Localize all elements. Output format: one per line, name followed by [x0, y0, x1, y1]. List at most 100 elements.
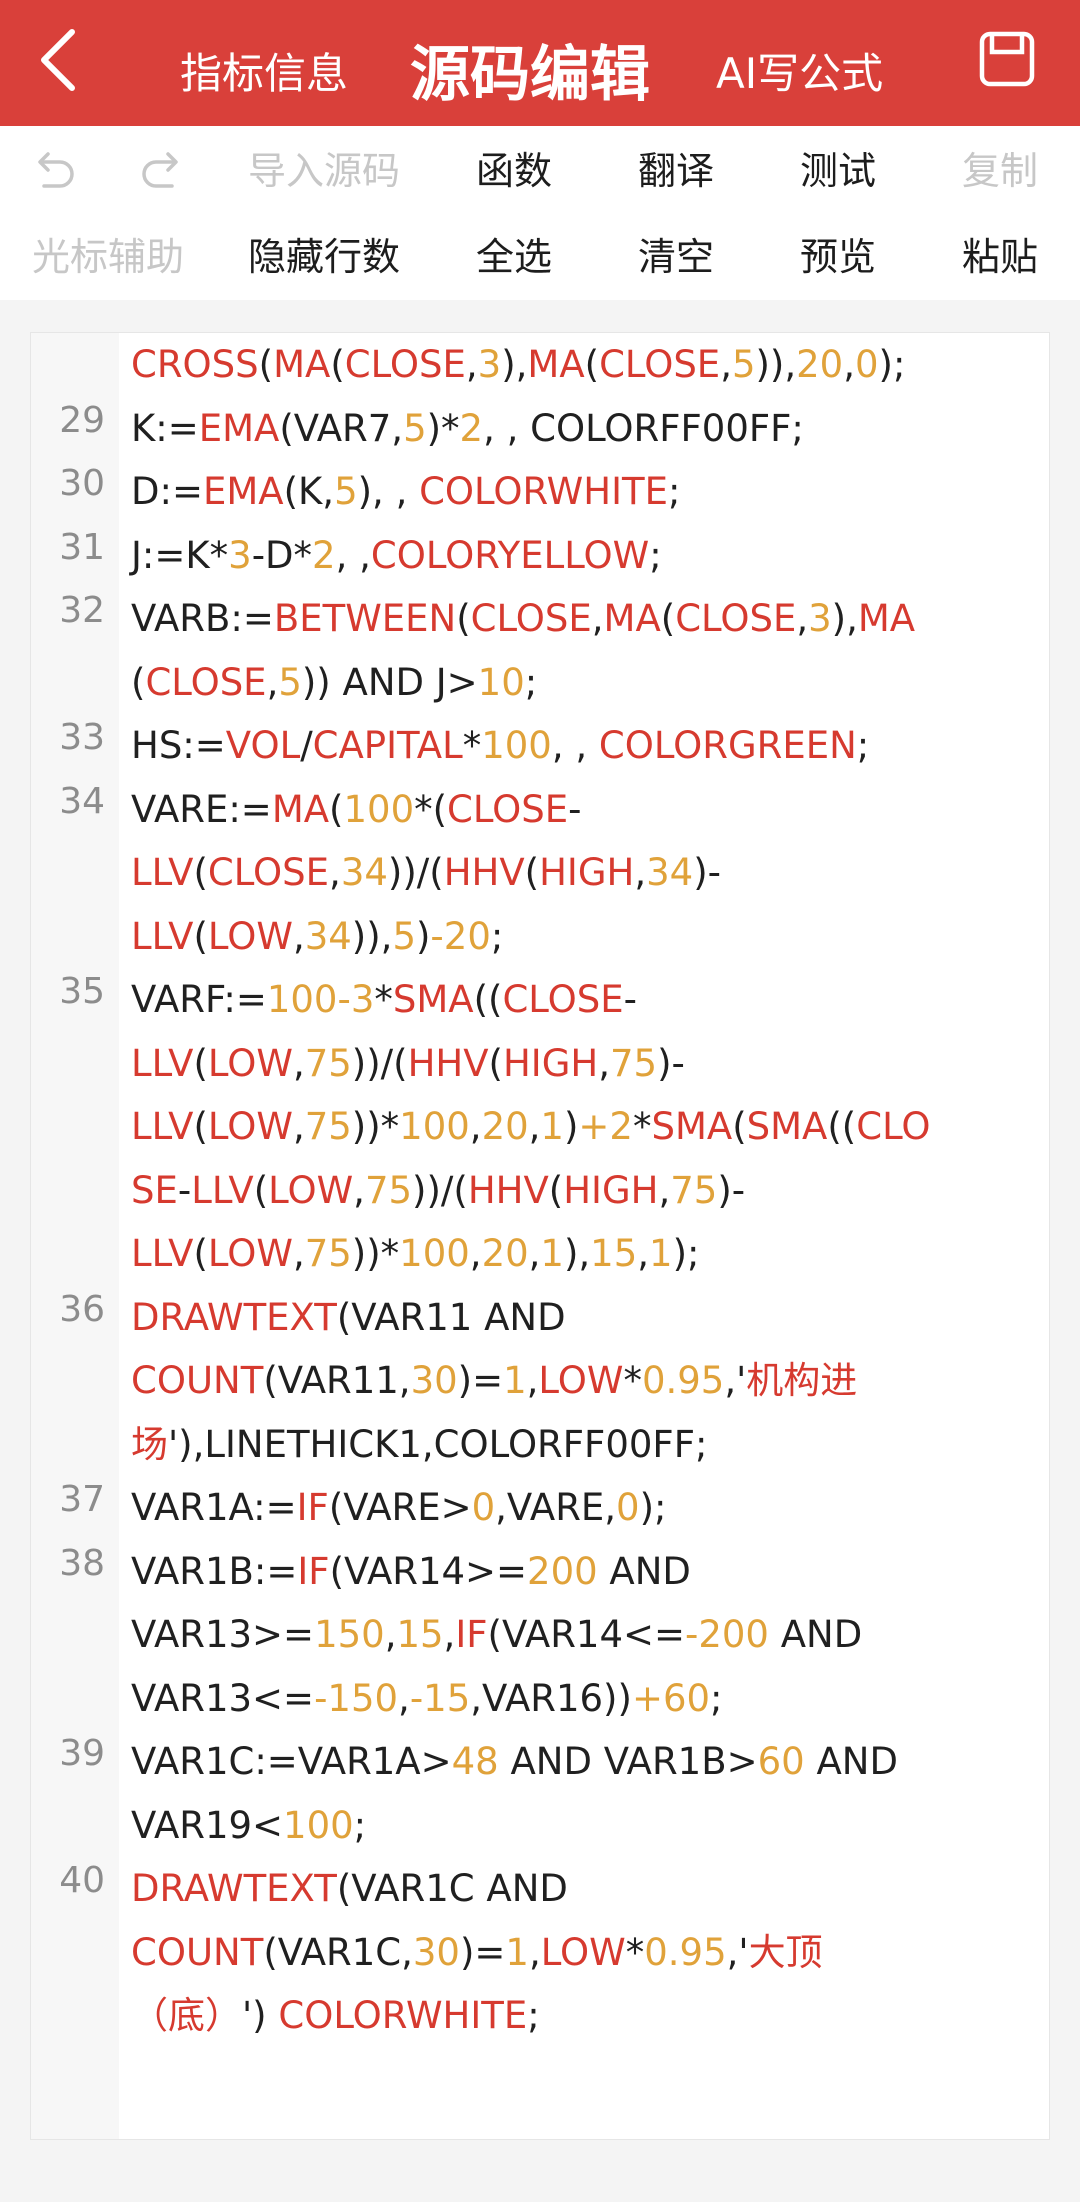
- code-keyword: SMA: [746, 1105, 828, 1148]
- code-token: (VAR1C,: [263, 1930, 413, 1974]
- code-token: (: [193, 914, 208, 958]
- code-text: HS:=VOL/CAPITAL*100, , COLORGREEN;: [131, 714, 991, 778]
- code-number: 75: [364, 1168, 413, 1212]
- code-token: ),: [831, 597, 858, 640]
- code-keyword: MA: [273, 343, 331, 386]
- code-number: 5: [334, 470, 358, 513]
- code-token: ,: [266, 660, 279, 704]
- import-source-button[interactable]: 导入源码: [248, 146, 400, 196]
- code-token: (: [584, 343, 600, 386]
- code-token: (VAR1C AND: [336, 1867, 568, 1910]
- save-button[interactable]: [978, 30, 1036, 88]
- code-token: -: [568, 787, 582, 831]
- code-token: ), ,: [357, 470, 420, 513]
- code-token: ): [563, 1105, 579, 1148]
- code-number: 5: [278, 660, 302, 704]
- undo-button[interactable]: [30, 148, 78, 196]
- code-keyword: CLOSE: [344, 343, 466, 386]
- code-token: (: [548, 1168, 564, 1212]
- code-token: ,: [796, 597, 809, 640]
- code-token: (: [488, 1041, 503, 1085]
- line-number: 40: [59, 1860, 105, 1901]
- code-token: (VAR11,: [263, 1359, 411, 1402]
- code-keyword: DRAWTEXT: [131, 1295, 337, 1339]
- code-token: ,': [726, 1930, 749, 1974]
- code-text: VARB:=BETWEEN(CLOSE,MA(CLOSE,3),MA (CLOS…: [131, 587, 991, 714]
- redo-button[interactable]: [138, 148, 186, 196]
- code-text: VARE:=MA(100*(CLOSE- LLV(CLOSE,34))/(HHV…: [131, 778, 991, 969]
- code-token: ,: [598, 1041, 610, 1085]
- code-token: (: [193, 1105, 208, 1148]
- back-button[interactable]: [30, 22, 90, 98]
- code-token: (: [732, 1105, 747, 1148]
- code-token: *(: [414, 787, 448, 831]
- code-number: 3: [808, 597, 832, 640]
- code-token: ,: [443, 1613, 456, 1656]
- code-token: AND VAR1B>: [498, 1740, 758, 1783]
- code-token: (: [524, 851, 540, 894]
- tab-indicator-info[interactable]: 指标信息: [180, 40, 348, 101]
- code-number: 100: [343, 787, 415, 831]
- code-number: 75: [670, 1168, 718, 1212]
- line-number: 31: [59, 526, 105, 568]
- code-token: ,: [353, 1168, 365, 1212]
- code-token: , ,: [551, 724, 599, 767]
- code-token: ;: [353, 1803, 367, 1847]
- code-token: ,: [784, 343, 797, 386]
- code-keyword: HIGH: [563, 1168, 659, 1212]
- copy-button[interactable]: 复制: [962, 146, 1038, 196]
- clear-button[interactable]: 清空: [638, 232, 714, 282]
- code-keyword: IF: [296, 1486, 329, 1529]
- code-token: ;: [710, 1676, 723, 1720]
- code-token: D:=: [131, 470, 203, 513]
- code-token: (: [193, 851, 208, 894]
- code-number: 5: [403, 406, 427, 450]
- code-keyword: COUNT: [131, 1359, 264, 1402]
- code-number: 200: [527, 1549, 598, 1593]
- editor-toolbar: 导入源码 函数 翻译 测试 复制 光标辅助 隐藏行数 全选 清空 预览 粘贴: [0, 126, 1080, 300]
- line-number: 30: [59, 463, 105, 504]
- code-keyword: CLOSE: [675, 597, 797, 640]
- test-button[interactable]: 测试: [800, 146, 876, 196]
- code-number: 34: [646, 851, 694, 894]
- code-editor[interactable]: CROSS(MA(CLOSE,3),MA(CLOSE,5)),20,0); 29 K…: [30, 332, 1050, 2140]
- code-keyword: LLV: [131, 1105, 194, 1148]
- redo-icon: [142, 152, 178, 188]
- code-keyword: LOW: [207, 914, 293, 958]
- code-keyword: LLV: [131, 1232, 194, 1275]
- code-keyword: COLORWHITE: [278, 1994, 528, 2037]
- code-token: ;: [490, 914, 504, 958]
- preview-button[interactable]: 预览: [800, 232, 876, 282]
- code-token: (: [131, 660, 146, 704]
- code-keyword: LOW: [268, 1168, 354, 1212]
- code-number: 2: [459, 406, 484, 450]
- code-number: 1: [503, 1359, 527, 1402]
- line-number: 34: [59, 780, 105, 822]
- code-token: ,VARE,: [495, 1486, 617, 1529]
- tab-source-edit[interactable]: 源码编辑: [410, 26, 650, 113]
- code-token: ;: [524, 660, 538, 704]
- code-token: ))*: [351, 1105, 400, 1148]
- paste-button[interactable]: 粘贴: [962, 232, 1038, 282]
- code-keyword: MA: [857, 597, 916, 640]
- functions-button[interactable]: 函数: [476, 146, 552, 196]
- code-token: ,: [591, 597, 604, 640]
- code-text: D:=EMA(K,5), , COLORWHITE;: [131, 460, 991, 524]
- code-keyword: CLOSE: [207, 851, 330, 894]
- cursor-assist-button[interactable]: 光标辅助: [32, 232, 184, 282]
- code-token: );: [639, 1486, 667, 1529]
- translate-button[interactable]: 翻译: [638, 146, 714, 196]
- hide-line-numbers-button[interactable]: 隐藏行数: [248, 232, 400, 282]
- code-number: 0.95: [641, 1359, 725, 1402]
- tab-ai-formula[interactable]: AI写公式: [716, 40, 883, 101]
- code-keyword: HIGH: [502, 1041, 599, 1085]
- code-token: )),: [351, 914, 393, 958]
- code-keyword: LOW: [207, 1041, 293, 1085]
- code-keyword: VOL: [225, 724, 301, 767]
- code-keyword: HHV: [467, 1168, 549, 1212]
- code-token: (: [329, 787, 344, 831]
- code-token: (: [660, 597, 676, 640]
- select-all-button[interactable]: 全选: [476, 232, 552, 282]
- code-keyword: BETWEEN: [273, 597, 457, 640]
- code-token: VAR1C:=VAR1A>: [131, 1740, 452, 1783]
